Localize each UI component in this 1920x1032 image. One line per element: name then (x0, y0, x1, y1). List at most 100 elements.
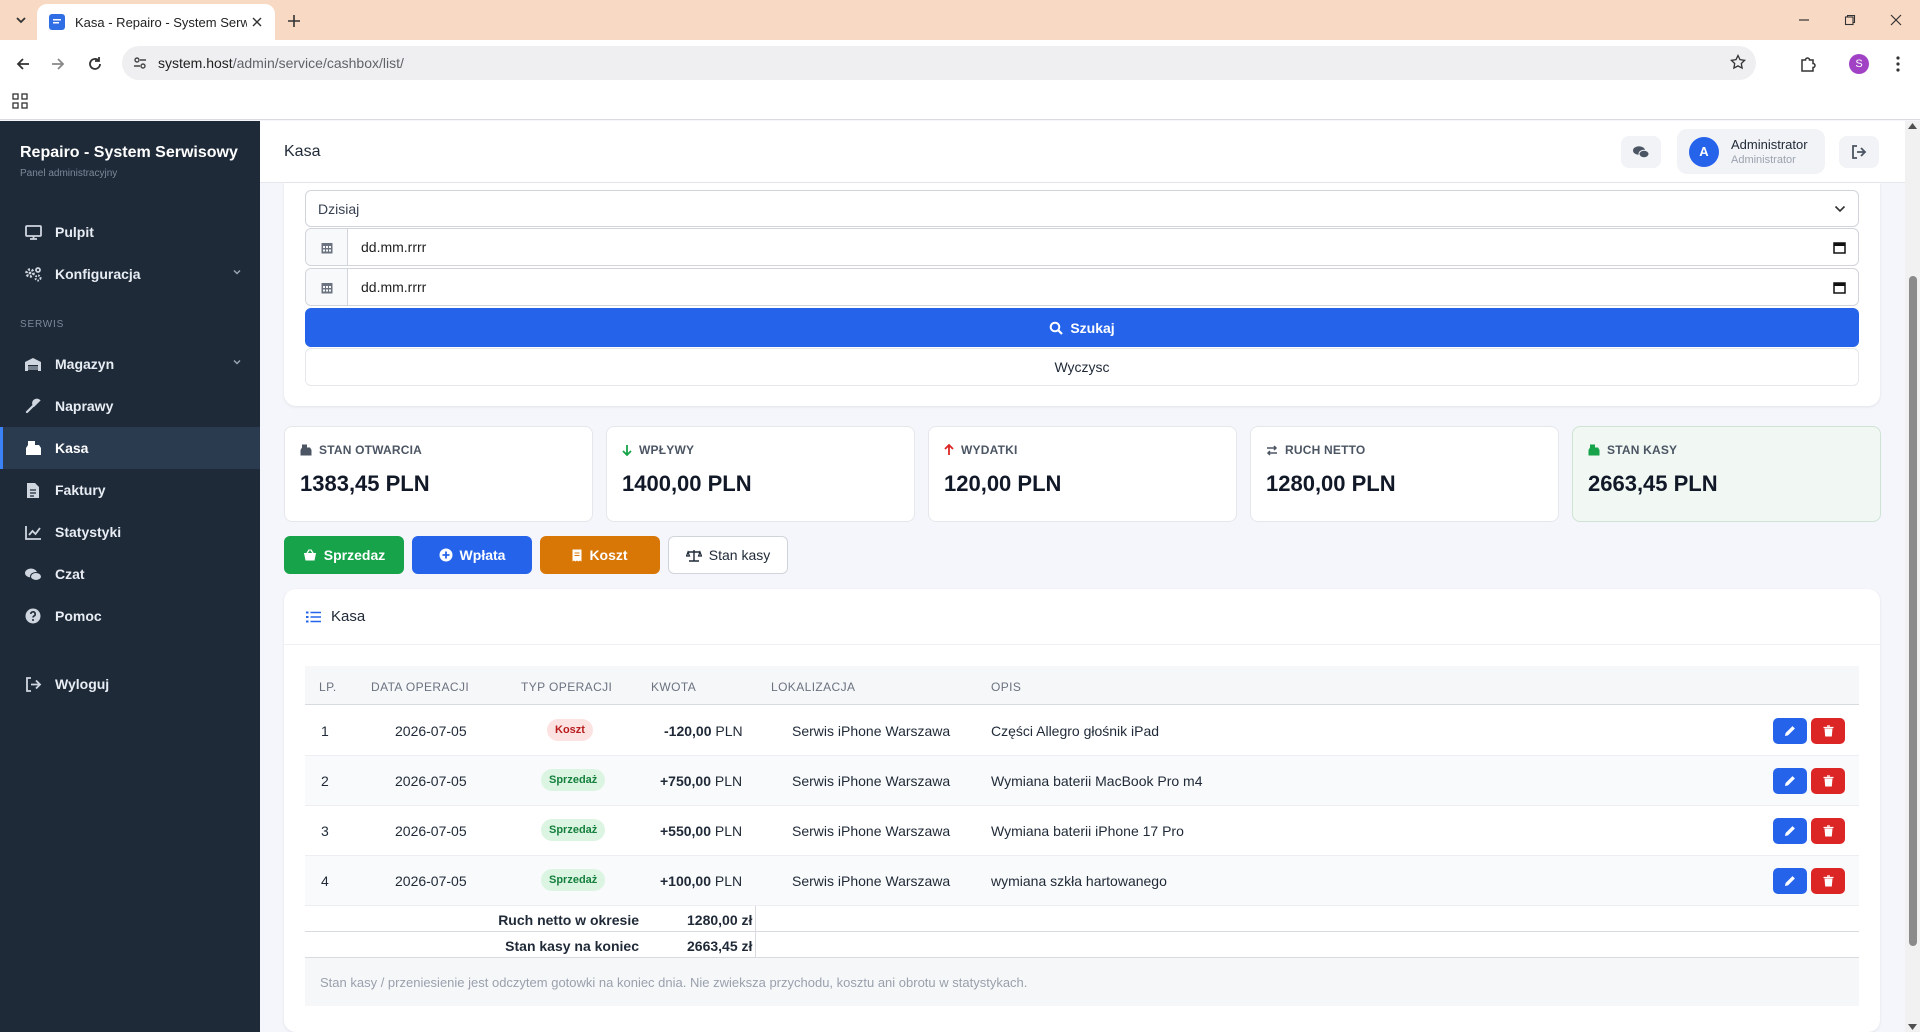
browser-toolbar: system.host/admin/service/cashbox/list/ … (0, 40, 1920, 87)
user-name: Administrator (1731, 137, 1808, 152)
top-header: Kasa A Administrator Administrator (260, 121, 1905, 183)
tab-search-dropdown[interactable] (9, 8, 33, 32)
search-button[interactable]: Szukaj (305, 308, 1859, 347)
edit-button[interactable] (1773, 768, 1807, 794)
search-button-label: Szukaj (1070, 319, 1115, 336)
edit-button[interactable] (1773, 818, 1807, 844)
cell-currency: PLN (714, 873, 743, 889)
profile-button[interactable]: S (1845, 50, 1873, 78)
period-select[interactable]: Dzisiaj (305, 190, 1859, 227)
sidebar-item-label: Naprawy (55, 398, 114, 414)
site-settings-icon[interactable] (132, 55, 148, 71)
stat-card-expenses: WYDATKI 120,00 PLN (928, 426, 1237, 522)
sidebar-item-label: Czat (55, 566, 85, 582)
page-scrollbar[interactable] (1905, 121, 1920, 1032)
sidebar-item-label: Magazyn (55, 356, 115, 372)
favicon-icon (49, 14, 65, 30)
table-row: 1 2026-07-05 Koszt -120,00 PLN Serwis iP… (305, 706, 1859, 756)
cashbox-table-card: Kasa LP. DATA OPERACJI TYP OPERACJI KWOT… (284, 589, 1880, 1032)
delete-button[interactable] (1811, 868, 1845, 894)
stat-value: 120,00 PLN (944, 471, 1062, 496)
reload-button[interactable] (81, 50, 109, 78)
scroll-up-icon[interactable] (1908, 123, 1917, 129)
add-cost-button[interactable]: Koszt (540, 536, 660, 574)
sidebar-item-statystyki[interactable]: Statystyki (0, 511, 260, 553)
forward-button[interactable] (44, 50, 72, 78)
stat-card-balance: STAN KASY 2663,45 PLN (1572, 426, 1881, 522)
add-sale-button[interactable]: Sprzedaz (284, 536, 404, 574)
date-to-field[interactable]: dd.mm.rrrr (305, 268, 1859, 306)
cell-date: 2026-07-05 (395, 823, 467, 839)
sidebar-item-pulpit[interactable]: Pulpit (0, 211, 260, 253)
basket-icon (303, 549, 317, 561)
add-deposit-button[interactable]: Wpłata (412, 536, 532, 574)
back-button[interactable] (9, 50, 37, 78)
new-tab-button[interactable] (283, 10, 305, 32)
delete-button[interactable] (1811, 718, 1845, 744)
receipt-icon (572, 549, 582, 562)
add-cost-label: Koszt (589, 547, 628, 563)
edit-button[interactable] (1773, 718, 1807, 744)
arrow-left-icon (16, 58, 29, 70)
extensions-button[interactable] (1794, 50, 1822, 78)
close-window-button[interactable] (1873, 0, 1919, 40)
browser-tab-active[interactable]: Kasa - Repairo - System Serwisowy (37, 4, 275, 40)
bookmarks-bar (0, 87, 1920, 120)
restore-icon (1844, 14, 1856, 26)
bookmark-star-icon[interactable] (1730, 54, 1746, 70)
brand[interactable]: Repairo - System Serwisowy Panel adminis… (20, 144, 238, 179)
sidebar-item-wyloguj[interactable]: Wyloguj (0, 663, 260, 705)
gears-icon (24, 265, 42, 283)
column-header: LP. (319, 680, 337, 694)
sidebar-item-naprawy[interactable]: Naprawy (0, 385, 260, 427)
logout-button[interactable] (1839, 136, 1879, 168)
summary-label: Stan kasy na koniec (505, 938, 639, 954)
type-badge: Sprzedaż (541, 869, 606, 891)
cash-register-icon (24, 439, 42, 457)
sidebar-item-label: Faktury (55, 482, 106, 498)
plus-icon (288, 15, 300, 27)
cash-balance-button[interactable]: Stan kasy (668, 536, 788, 574)
money-icon (1588, 444, 1600, 456)
apps-grid-icon[interactable] (12, 93, 32, 113)
sidebar-item-konfiguracja[interactable]: Konfiguracja (0, 253, 260, 295)
tab-close-icon[interactable] (247, 12, 267, 32)
stat-card-inflows: WPŁYWY 1400,00 PLN (606, 426, 915, 522)
close-icon (1890, 14, 1902, 26)
user-menu[interactable]: A Administrator Administrator (1677, 129, 1825, 174)
restore-button[interactable] (1827, 0, 1873, 40)
minimize-button[interactable] (1781, 0, 1827, 40)
cell-amount: +550,00 (660, 823, 711, 839)
sidebar-item-faktury[interactable]: Faktury (0, 469, 260, 511)
sidebar-item-czat[interactable]: Czat (0, 553, 260, 595)
column-header: TYP OPERACJI (521, 680, 613, 694)
address-bar[interactable]: system.host/admin/service/cashbox/list/ (122, 46, 1756, 80)
cell-location: Serwis iPhone Warszawa (792, 873, 951, 889)
delete-button[interactable] (1811, 768, 1845, 794)
stat-label: RUCH NETTO (1285, 443, 1366, 457)
table-card-title: Kasa (331, 608, 366, 625)
sidebar-item-pomoc[interactable]: Pomoc (0, 595, 260, 637)
browser-tab-bar: Kasa - Repairo - System Serwisowy (0, 0, 1920, 40)
summary-divider (755, 906, 756, 931)
clear-button[interactable]: Wyczysc (305, 348, 1859, 386)
summary-value: 2663,45 zł (687, 938, 753, 954)
delete-button[interactable] (1811, 818, 1845, 844)
date-picker-icon[interactable] (1833, 241, 1846, 254)
pencil-icon (1785, 776, 1795, 786)
cell-location: Serwis iPhone Warszawa (792, 823, 951, 839)
scrollbar-thumb[interactable] (1909, 276, 1917, 946)
clear-button-label: Wyczysc (1054, 359, 1110, 375)
chat-button[interactable] (1621, 136, 1661, 168)
stat-value: 1400,00 PLN (622, 471, 752, 496)
cell-amount: -120,00 (664, 723, 712, 739)
date-picker-icon[interactable] (1833, 281, 1846, 294)
sidebar-item-kasa[interactable]: Kasa (0, 427, 260, 469)
scroll-down-icon[interactable] (1908, 1024, 1917, 1030)
stat-value: 1280,00 PLN (1266, 471, 1396, 496)
date-from-field[interactable]: dd.mm.rrrr (305, 228, 1859, 266)
edit-button[interactable] (1773, 868, 1807, 894)
sidebar-item-magazyn[interactable]: Magazyn (0, 343, 260, 385)
tab-title: Kasa - Repairo - System Serwisowy (75, 14, 247, 30)
browser-menu-button[interactable] (1884, 50, 1912, 78)
